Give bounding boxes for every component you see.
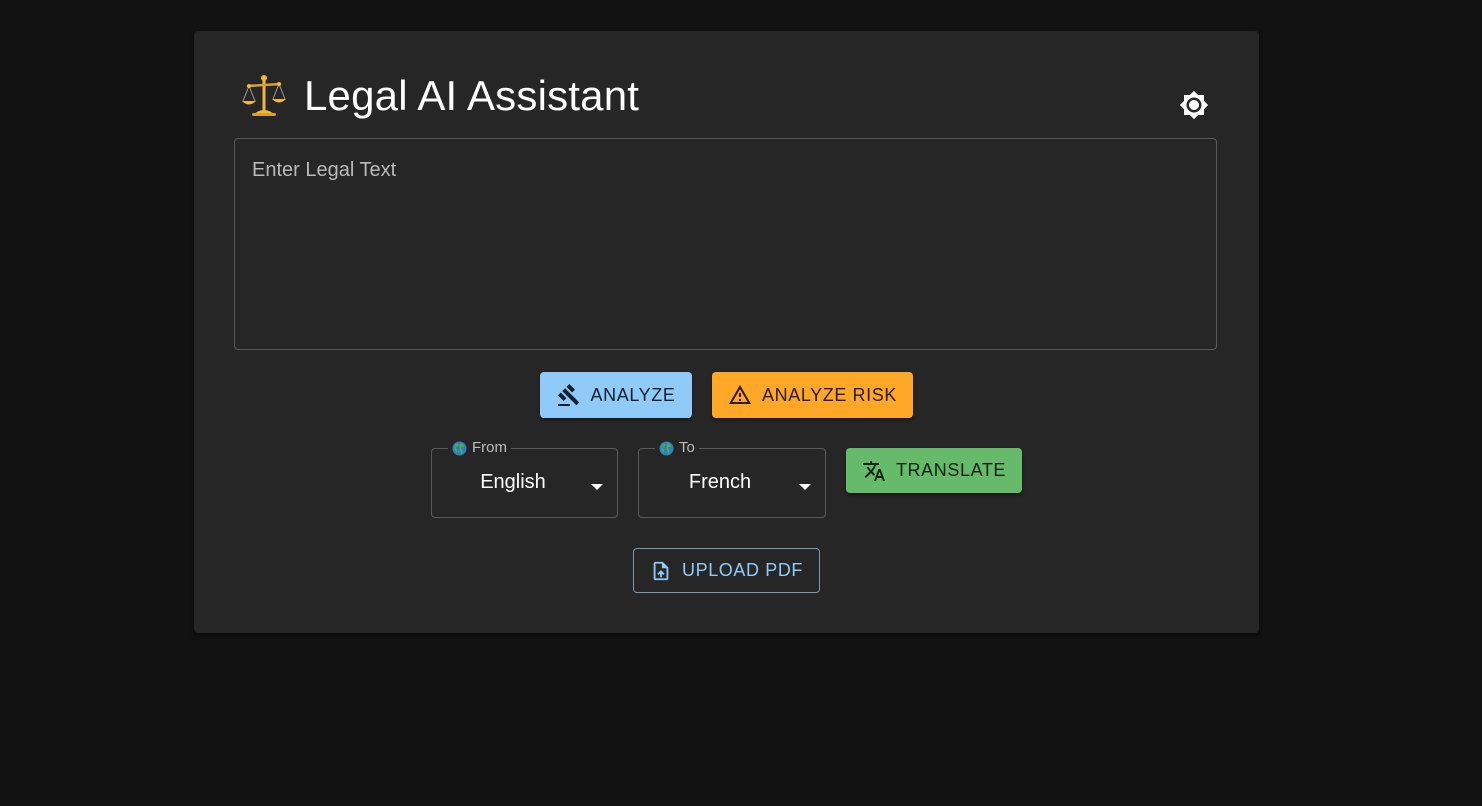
from-language-select[interactable]: From English bbox=[431, 439, 618, 518]
to-language-value: French bbox=[688, 471, 752, 493]
file-upload-icon bbox=[650, 559, 672, 583]
legal-text-input[interactable] bbox=[235, 139, 1216, 349]
translate-button[interactable]: TRANSLATE bbox=[846, 448, 1022, 493]
analyze-risk-button[interactable]: ANALYZE RISK bbox=[712, 372, 913, 418]
from-language-legend: From bbox=[448, 439, 511, 457]
to-language-legend: To bbox=[655, 439, 699, 457]
chevron-down-icon bbox=[591, 478, 603, 490]
translate-icon bbox=[862, 459, 886, 483]
page-title: Legal AI Assistant bbox=[304, 72, 640, 119]
upload-pdf-button[interactable]: UPLOAD PDF bbox=[633, 548, 820, 593]
to-language-select[interactable]: To French bbox=[638, 439, 826, 518]
analyze-button-label: ANALYZE bbox=[590, 384, 676, 405]
upload-pdf-button-label: UPLOAD PDF bbox=[681, 560, 804, 580]
warning-icon bbox=[728, 383, 752, 407]
theme-toggle-button[interactable] bbox=[1174, 85, 1214, 125]
globe-icon bbox=[659, 440, 674, 456]
chevron-down-icon bbox=[799, 478, 811, 490]
gavel-icon bbox=[557, 383, 581, 407]
scales-icon bbox=[240, 72, 288, 120]
translate-button-label: TRANSLATE bbox=[895, 460, 1007, 480]
from-language-value: English bbox=[480, 471, 546, 493]
main-card: Legal AI Assistant ANALYZE ANALYZE RISK bbox=[194, 31, 1259, 633]
to-language-label: To bbox=[679, 439, 695, 456]
app-header: Legal AI Assistant bbox=[240, 71, 639, 121]
globe-icon bbox=[452, 440, 467, 456]
analyze-risk-button-label: ANALYZE RISK bbox=[762, 384, 897, 405]
brightness-icon bbox=[1179, 90, 1209, 120]
analyze-button[interactable]: ANALYZE bbox=[540, 372, 692, 418]
from-language-label: From bbox=[472, 439, 507, 456]
legal-text-field bbox=[234, 138, 1217, 350]
